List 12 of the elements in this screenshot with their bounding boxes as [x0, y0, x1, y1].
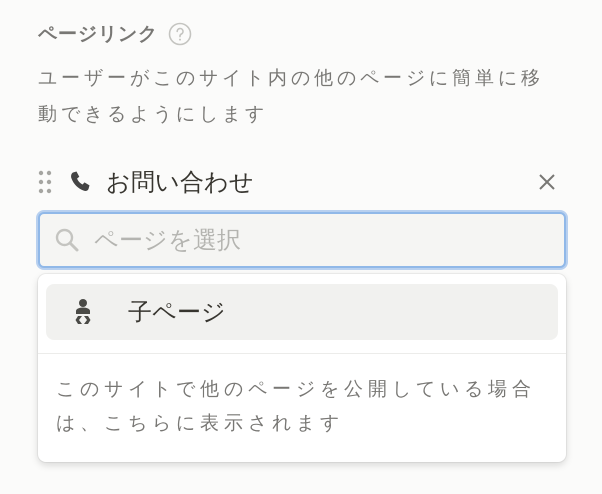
drag-handle-icon[interactable]: [38, 170, 52, 194]
page-link-label: お問い合わせ: [106, 167, 255, 198]
section-description: ユーザーがこのサイト内の他のページに簡単に移動できるようにします: [38, 66, 545, 127]
search-icon: [54, 227, 80, 253]
section-title: ページリンク: [38, 22, 158, 47]
dropdown-note: このサイトで他のページを公開している場合は、こちらに表示されます: [55, 377, 537, 436]
phone-icon: [68, 170, 92, 194]
baby-icon: [74, 298, 92, 326]
help-icon[interactable]: [168, 22, 192, 46]
menu-item[interactable]: 子ページ: [46, 284, 558, 340]
close-icon[interactable]: [538, 173, 556, 191]
page-search-field[interactable]: ページを選択: [38, 212, 566, 268]
